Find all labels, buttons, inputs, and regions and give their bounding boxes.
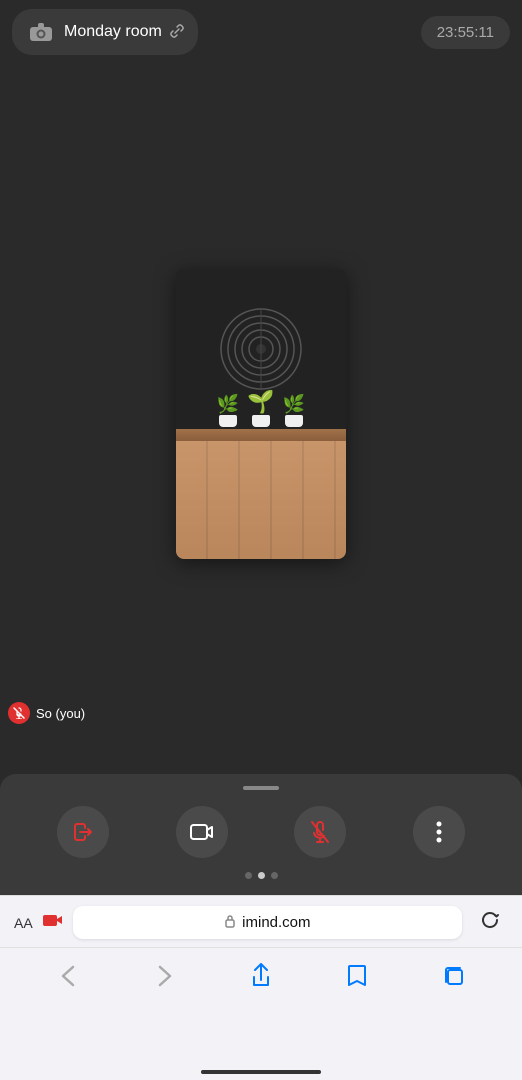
room-floor	[176, 441, 346, 560]
forward-button[interactable]	[143, 954, 187, 998]
camera-toggle-button[interactable]	[176, 806, 228, 858]
bookmarks-button[interactable]	[335, 954, 379, 998]
video-feed: 🌿 🌱 🌿	[176, 269, 346, 559]
toolbar-row	[0, 806, 522, 858]
browser-camera-icon	[43, 912, 63, 933]
room-info[interactable]: Monday room	[12, 9, 198, 55]
url-text: imind.com	[242, 914, 310, 931]
wooden-shelf	[176, 429, 346, 441]
browser-bar: AA imind.com	[0, 895, 522, 1080]
url-bar[interactable]: imind.com	[73, 906, 462, 939]
mic-off-badge	[8, 702, 30, 724]
aa-button[interactable]: AA	[14, 915, 33, 931]
home-indicator	[201, 1070, 321, 1074]
main-area: 🌿 🌱 🌿	[0, 64, 522, 764]
room-name-label: Monday room	[64, 23, 162, 41]
plant-left: 🌿	[217, 394, 239, 427]
safari-nav	[0, 947, 522, 1002]
drag-handle[interactable]	[243, 786, 279, 790]
link-icon	[170, 24, 184, 41]
back-button[interactable]	[46, 954, 90, 998]
time-display: 23:55:11	[421, 16, 510, 49]
lock-icon	[224, 914, 236, 931]
more-options-button[interactable]	[413, 806, 465, 858]
dot-3	[271, 872, 278, 879]
plant-center: 🌱	[247, 389, 274, 427]
refresh-button[interactable]	[472, 906, 508, 939]
tabs-button[interactable]	[432, 954, 476, 998]
aa-label: AA	[14, 915, 33, 931]
plants-shelf: 🌿 🌱 🌿	[176, 389, 346, 429]
top-bar: Monday room 23:55:11	[0, 0, 522, 64]
plant-right: 🌿	[283, 394, 305, 427]
leave-button[interactable]	[57, 806, 109, 858]
user-label: So (you)	[8, 702, 85, 724]
dot-2	[258, 872, 265, 879]
camera-icon	[26, 17, 56, 47]
url-bar-row: AA imind.com	[0, 896, 522, 947]
dot-1	[245, 872, 252, 879]
toolbar-panel	[0, 774, 522, 895]
page-dots	[0, 872, 522, 879]
mute-button[interactable]	[294, 806, 346, 858]
user-name-label: So (you)	[36, 706, 85, 721]
room-wall: 🌿 🌱 🌿	[176, 269, 346, 429]
spiral-art	[216, 304, 306, 394]
share-button[interactable]	[239, 954, 283, 998]
